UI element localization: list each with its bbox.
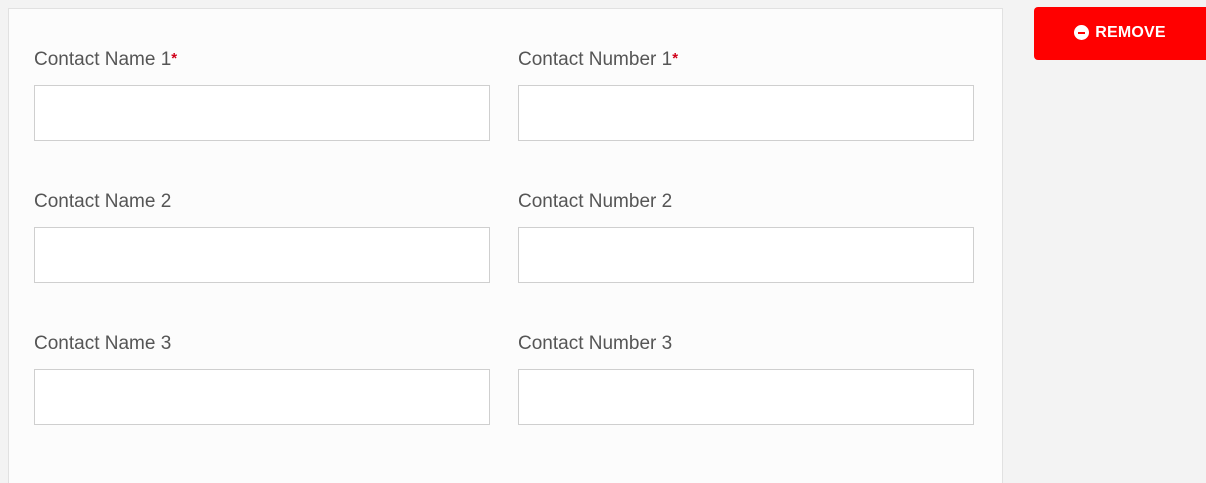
contact-number-3-field: Contact Number 3 bbox=[518, 333, 974, 425]
contact-number-1-field: Contact Number 1* bbox=[518, 49, 974, 141]
required-marker: * bbox=[171, 50, 178, 67]
required-marker: * bbox=[672, 50, 679, 67]
contact-number-2-input[interactable] bbox=[518, 227, 974, 283]
contact-name-3-field: Contact Name 3 bbox=[34, 333, 490, 425]
contact-name-2-field: Contact Name 2 bbox=[34, 191, 490, 283]
contact-name-2-input[interactable] bbox=[34, 227, 490, 283]
contact-name-3-label: Contact Name 3 bbox=[34, 333, 172, 354]
contact-number-1-label: Contact Number 1* bbox=[518, 49, 679, 70]
contact-number-2-field: Contact Number 2 bbox=[518, 191, 974, 283]
contact-name-1-input[interactable] bbox=[34, 85, 490, 141]
contact-number-3-input[interactable] bbox=[518, 369, 974, 425]
contact-name-1-field: Contact Name 1* bbox=[34, 49, 490, 141]
contact-name-1-label: Contact Name 1* bbox=[34, 49, 178, 70]
remove-button-label: REMOVE bbox=[1095, 23, 1166, 41]
remove-button[interactable]: REMOVE bbox=[1034, 7, 1206, 60]
contact-name-2-label: Contact Name 2 bbox=[34, 191, 172, 212]
contact-number-2-label: Contact Number 2 bbox=[518, 191, 673, 212]
contact-name-3-input[interactable] bbox=[34, 369, 490, 425]
contact-number-3-label: Contact Number 3 bbox=[518, 333, 673, 354]
contact-number-1-input[interactable] bbox=[518, 85, 974, 141]
contacts-form-panel: Contact Name 1* Contact Number 1* Contac… bbox=[8, 8, 1003, 483]
minus-circle-icon bbox=[1074, 25, 1090, 40]
